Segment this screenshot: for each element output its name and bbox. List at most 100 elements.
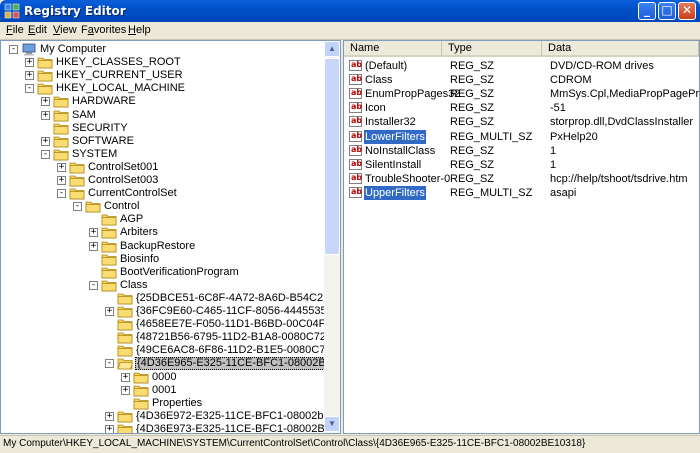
expand-toggle[interactable]: + [25, 71, 34, 81]
tree-node-label[interactable]: {36FC9E60-C465-11CF-8056-444553540000} [135, 305, 326, 318]
value-row[interactable]: ab TroubleShooter-0 REG_SZ hcp://help/tshoo… [344, 172, 699, 186]
tree-node-label[interactable]: My Computer [39, 43, 107, 56]
column-header-name[interactable]: Name [344, 41, 442, 57]
tree-node-label[interactable]: AGP [119, 213, 144, 226]
collapse-toggle[interactable]: - [89, 280, 98, 290]
tree-node[interactable]: - HKEY_LOCAL_MACHINE [1, 82, 326, 95]
tree-node[interactable]: + HARDWARE [1, 95, 326, 108]
tree-node-label[interactable]: BootVerificationProgram [119, 266, 240, 279]
expand-toggle[interactable]: + [89, 241, 98, 251]
value-name[interactable]: UpperFilters [364, 185, 426, 200]
menu-view[interactable]: View [53, 24, 77, 36]
value-name[interactable]: LowerFilters [364, 129, 426, 144]
close-button[interactable]: ✕ [678, 2, 696, 20]
tree-node-label[interactable]: {48721B56-6795-11D2-B1A8-0080C72E74A2} [135, 331, 326, 344]
tree-node[interactable]: + HKEY_CURRENT_USER [1, 69, 326, 82]
title-bar[interactable]: Registry Editor _ □ ✕ [0, 0, 700, 22]
tree-node-label[interactable]: Properties [151, 397, 203, 410]
tree-node-label[interactable]: SECURITY [71, 122, 129, 135]
tree-node[interactable]: - My Computer [1, 43, 326, 56]
tree-node[interactable]: + ControlSet003 [1, 174, 326, 187]
tree-node-label[interactable]: {4D36E973-E325-11CE-BFC1-08002BE10318} [135, 423, 326, 433]
value-name[interactable]: Installer32 [364, 115, 417, 129]
expand-toggle[interactable]: + [105, 307, 114, 316]
tree-node-label[interactable]: HKEY_CLASSES_ROOT [55, 56, 182, 69]
value-name[interactable]: EnumPropPages32 [364, 87, 461, 101]
tree-node-label[interactable]: ControlSet003 [87, 174, 159, 187]
tree-node-label[interactable]: BackupRestore [119, 240, 196, 253]
tree-node-label[interactable]: SYSTEM [71, 148, 118, 161]
tree-node-label[interactable]: Control [103, 200, 140, 213]
value-name[interactable]: NoInstallClass [364, 144, 436, 158]
tree-node[interactable]: + Arbiters [1, 226, 326, 239]
value-row[interactable]: ab LowerFilters REG_MULTI_SZ PxHelp20 [344, 129, 699, 144]
value-row[interactable]: ab NoInstallClass REG_SZ 1 [344, 144, 699, 158]
tree-node-label[interactable]: Biosinfo [119, 253, 160, 266]
tree-node[interactable]: Biosinfo [1, 253, 326, 266]
menu-favorites[interactable]: Favorites [81, 24, 126, 36]
value-name[interactable]: (Default) [364, 59, 408, 73]
tree-node-label[interactable]: {49CE6AC8-6F86-11D2-B1E5-0080C72E74A2} [135, 344, 326, 357]
menu-edit[interactable]: Edit [28, 24, 47, 36]
scroll-down-button[interactable]: ▼ [324, 416, 340, 432]
tree-node[interactable]: {49CE6AC8-6F86-11D2-B1E5-0080C72E74A2} [1, 344, 326, 357]
expand-toggle[interactable]: + [57, 162, 66, 172]
maximize-button[interactable]: □ [658, 2, 676, 20]
column-header-type[interactable]: Type [442, 41, 542, 57]
tree-node[interactable]: + {4D36E973-E325-11CE-BFC1-08002BE10318} [1, 423, 326, 433]
value-row[interactable]: ab UpperFilters REG_MULTI_SZ asapi [344, 185, 699, 200]
values-list-pane[interactable]: Name Type Data ab (Default) REG_SZ DVD/CD-R… [343, 40, 700, 434]
expand-toggle[interactable]: + [57, 176, 66, 185]
tree-node[interactable]: - Control [1, 200, 326, 213]
tree-node-label[interactable]: CurrentControlSet [87, 187, 178, 200]
tree-node-label[interactable]: Arbiters [119, 226, 159, 239]
collapse-toggle[interactable]: - [9, 45, 18, 54]
expand-toggle[interactable]: + [105, 424, 114, 433]
scroll-thumb[interactable] [324, 58, 340, 255]
tree-node-label[interactable]: Class [119, 279, 149, 292]
value-name[interactable]: SilentInstall [364, 158, 422, 172]
tree-node[interactable]: {48721B56-6795-11D2-B1A8-0080C72E74A2} [1, 331, 326, 344]
tree-node[interactable]: + SAM [1, 109, 326, 122]
expand-toggle[interactable]: + [105, 411, 114, 421]
tree-node[interactable]: - {4D36E965-E325-11CE-BFC1-08002BE10318} [1, 357, 326, 371]
collapse-toggle[interactable]: - [73, 202, 82, 212]
tree-node[interactable]: + SOFTWARE [1, 135, 326, 148]
tree-node[interactable]: - CurrentControlSet [1, 187, 326, 200]
tree-node-label[interactable]: HKEY_LOCAL_MACHINE [55, 82, 186, 95]
value-row[interactable]: ab Icon REG_SZ -51 [344, 101, 699, 115]
tree-node[interactable]: BootVerificationProgram [1, 266, 326, 279]
tree-node[interactable]: AGP [1, 213, 326, 226]
value-row[interactable]: ab SilentInstall REG_SZ 1 [344, 158, 699, 172]
expand-toggle[interactable]: + [25, 58, 34, 68]
tree-node[interactable]: + {4D36E972-E325-11CE-BFC1-08002bE10318} [1, 410, 326, 423]
collapse-toggle[interactable]: - [25, 84, 34, 94]
expand-toggle[interactable]: + [121, 385, 130, 395]
menu-help[interactable]: Help [128, 24, 151, 36]
tree-node[interactable]: +0001 [1, 384, 326, 397]
tree-node[interactable]: - Class [1, 279, 326, 292]
scroll-up-button[interactable]: ▲ [324, 41, 340, 57]
column-header-data[interactable]: Data [542, 41, 699, 57]
tree-node[interactable]: SECURITY [1, 122, 326, 135]
minimize-button[interactable]: _ [638, 2, 656, 20]
tree-node-label-selected[interactable]: {4D36E965-E325-11CE-BFC1-08002BE10318} [135, 357, 326, 371]
expand-toggle[interactable]: + [41, 110, 50, 120]
tree-node-label[interactable]: ControlSet001 [87, 161, 159, 174]
tree-node[interactable]: {25DBCE51-6C8F-4A72-8A6D-B54C2B4FC835} [1, 292, 326, 305]
tree-node[interactable]: + {36FC9E60-C465-11CF-8056-444553540000} [1, 305, 326, 318]
value-name[interactable]: Icon [364, 101, 387, 115]
value-row[interactable]: ab Class REG_SZ CDROM [344, 73, 699, 87]
expand-toggle[interactable]: + [41, 136, 50, 146]
tree-node[interactable]: +0000 [1, 371, 326, 384]
tree-node-label[interactable]: 0001 [151, 384, 177, 397]
tree-node[interactable]: + BackupRestore [1, 240, 326, 253]
expand-toggle[interactable]: + [121, 372, 130, 382]
tree-node-label[interactable]: SAM [71, 109, 97, 122]
tree-node[interactable]: + ControlSet001 [1, 161, 326, 174]
tree-node-label[interactable]: {4D36E972-E325-11CE-BFC1-08002bE10318} [135, 410, 326, 423]
expand-toggle[interactable]: + [41, 97, 50, 107]
tree-node[interactable]: {4658EE7E-F050-11D1-B6BD-00C04FA372A7} [1, 318, 326, 331]
tree-node-label[interactable]: HKEY_CURRENT_USER [55, 69, 184, 82]
expand-toggle[interactable]: + [89, 228, 98, 238]
